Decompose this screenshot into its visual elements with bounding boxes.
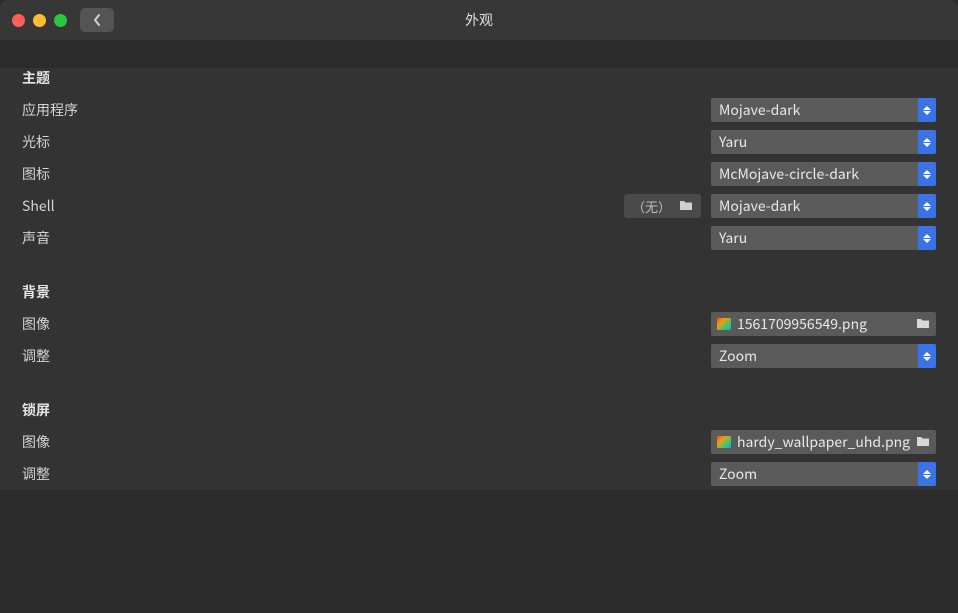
window-title: 外观 [465,10,493,30]
file-button-background-image[interactable]: 1561709956549.png [711,312,936,336]
file-value: 1561709956549.png [737,314,910,334]
titlebar: 外观 [0,0,958,40]
dropdown-shell-theme[interactable]: Mojave-dark [711,194,936,218]
dropdown-value: Zoom [711,464,918,484]
label-background-image: 图像 [22,314,50,334]
back-button[interactable] [80,8,114,32]
close-icon[interactable] [12,14,25,27]
dropdown-value: Zoom [711,346,918,366]
section-heading-theme: 主题 [22,68,936,88]
chevron-updown-icon [918,98,936,122]
chevron-updown-icon [918,226,936,250]
dropdown-background-adjust[interactable]: Zoom [711,344,936,368]
file-value: hardy_wallpaper_uhd.png [737,432,910,452]
label-shell-theme: Shell [22,196,55,216]
shell-badge[interactable]: （无） [624,194,701,218]
label-cursor-theme: 光标 [22,132,50,152]
dropdown-app-theme[interactable]: Mojave-dark [711,98,936,122]
section-heading-background: 背景 [22,282,936,302]
dropdown-lockscreen-adjust[interactable]: Zoom [711,462,936,486]
minimize-icon[interactable] [33,14,46,27]
row-sound-theme: 声音 Yaru [22,222,936,254]
folder-icon [916,432,930,452]
folder-icon [679,196,693,216]
image-thumb-icon [717,318,731,330]
row-background-adjust: 调整 Zoom [22,340,936,372]
dropdown-sound-theme[interactable]: Yaru [711,226,936,250]
chevron-updown-icon [918,130,936,154]
chevron-updown-icon [918,194,936,218]
label-lockscreen-adjust: 调整 [22,464,50,484]
label-app-theme: 应用程序 [22,100,78,120]
chevron-updown-icon [918,344,936,368]
row-background-image: 图像 1561709956549.png [22,308,936,340]
dropdown-value: Mojave-dark [711,100,918,120]
chevron-updown-icon [918,462,936,486]
content-area: 主题 应用程序 Mojave-dark 光标 Yaru 图标 McMojave-… [0,68,958,490]
section-heading-lockscreen: 锁屏 [22,400,936,420]
chevron-updown-icon [918,162,936,186]
label-background-adjust: 调整 [22,346,50,366]
row-icons-theme: 图标 McMojave-circle-dark [22,158,936,190]
maximize-icon[interactable] [54,14,67,27]
dropdown-value: Yaru [711,228,918,248]
dropdown-value: McMojave-circle-dark [711,164,918,184]
file-button-lockscreen-image[interactable]: hardy_wallpaper_uhd.png [711,430,936,454]
label-sound-theme: 声音 [22,228,50,248]
window-controls [12,14,67,27]
row-lockscreen-adjust: 调整 Zoom [22,458,936,490]
folder-icon [916,314,930,334]
shell-badge-text: （无） [632,197,671,216]
label-icons-theme: 图标 [22,164,50,184]
row-cursor-theme: 光标 Yaru [22,126,936,158]
label-lockscreen-image: 图像 [22,432,50,452]
row-shell-theme: Shell （无） Mojave-dark [22,190,936,222]
dropdown-icons-theme[interactable]: McMojave-circle-dark [711,162,936,186]
chevron-left-icon [92,13,102,27]
dropdown-value: Yaru [711,132,918,152]
row-app-theme: 应用程序 Mojave-dark [22,94,936,126]
image-thumb-icon [717,436,731,448]
row-lockscreen-image: 图像 hardy_wallpaper_uhd.png [22,426,936,458]
dropdown-cursor-theme[interactable]: Yaru [711,130,936,154]
dropdown-value: Mojave-dark [711,196,918,216]
